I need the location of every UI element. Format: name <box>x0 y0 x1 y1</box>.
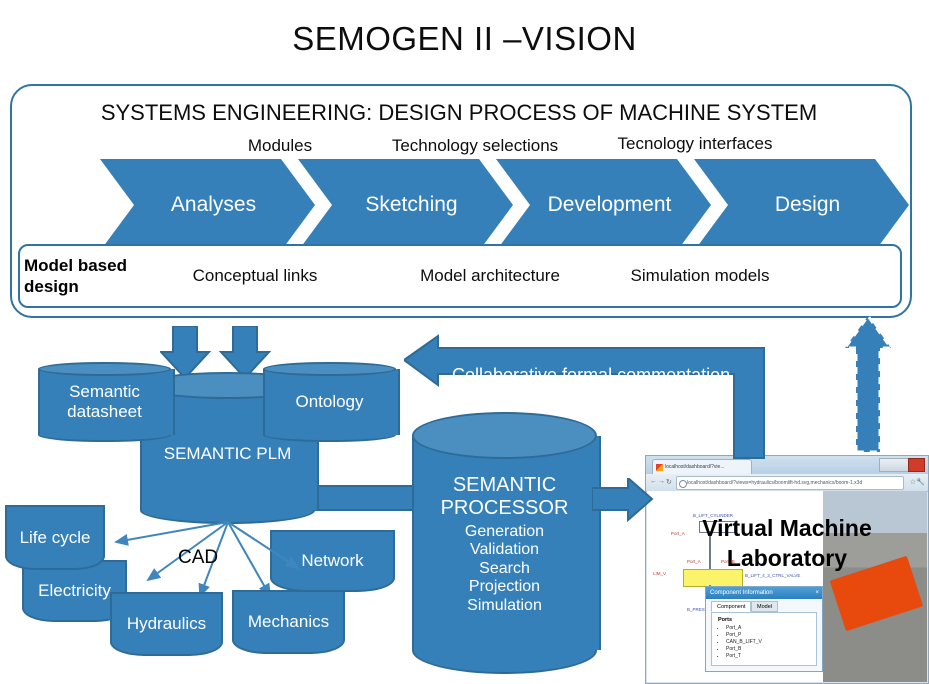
systems-engineering-heading: SYSTEMS ENGINEERING: DESIGN PROCESS OF M… <box>100 100 818 125</box>
component-information-dialog[interactable]: Component Information × Component Model … <box>705 586 823 672</box>
cylinder-label: Ontology <box>295 392 364 412</box>
phase-toplabel-modules: Modules <box>247 136 313 155</box>
doc-mechanics[interactable]: Mechanics <box>232 590 345 654</box>
tab-model[interactable]: Model <box>751 601 778 612</box>
favicon-icon <box>656 464 663 471</box>
dialog-body: Ports Port_A Port_P CAN_B_LIFT_V Port_B … <box>711 612 817 666</box>
browser-tab-title: localhost/dashboard/?vie... <box>665 464 725 470</box>
processor-function-search: Search <box>479 559 530 577</box>
schematic-label-ctrl-valve: B_LIFT_4_3_CTRL_VALVE <box>745 573 801 578</box>
mbd-item-simulation-models: Simulation models <box>630 266 770 285</box>
phase-label: Development <box>547 193 672 216</box>
forward-icon[interactable]: → <box>658 478 665 485</box>
port-item: Port_B <box>726 646 810 653</box>
processor-function-generation: Generation <box>464 523 545 540</box>
mbd-item-model-architecture: Model architecture <box>420 266 560 285</box>
ports-list: Port_A Port_P CAN_B_LIFT_V Port_B Port_T <box>718 625 810 660</box>
collaborative-feedback-arrow <box>404 334 765 459</box>
dashed-up-arrow <box>843 313 893 454</box>
address-bar[interactable]: localhost/dashboard/?views=hydraulics/bo… <box>676 476 904 490</box>
cad-label: CAD <box>178 547 219 568</box>
close-icon[interactable] <box>908 458 925 472</box>
doc-label: Mechanics <box>247 612 330 631</box>
cylinder-semantic-datasheet[interactable]: Semantic datasheet <box>38 362 175 442</box>
phase-toplabel-technology-selections: Technology selections <box>391 136 559 155</box>
bookmark-star-icon[interactable]: ☆ <box>910 478 916 486</box>
phase-label: Analyses <box>170 193 257 216</box>
dialog-close-icon[interactable]: × <box>815 587 819 599</box>
overlay-line-2: Laboratory <box>726 545 848 571</box>
processor-title-line2: PROCESSOR <box>440 497 569 519</box>
processor-function-projection: Projection <box>468 578 541 596</box>
wrench-menu-icon[interactable]: 🔧 <box>916 478 925 486</box>
overlay-line-1: Virtual Machine <box>702 515 872 541</box>
port-item: Port_A <box>726 625 810 632</box>
cylinder-label: Semantic datasheet <box>67 382 142 421</box>
processor-title-line1: SEMANTIC <box>452 474 557 496</box>
dialog-titlebar: Component Information × <box>706 587 822 599</box>
port-item: Port_T <box>726 653 810 660</box>
doc-label: Hydraulics <box>126 614 207 633</box>
page-info-icon <box>679 480 687 488</box>
phase-label: Design <box>774 193 841 216</box>
virtual-machine-laboratory-overlay: Virtual Machine Laboratory <box>647 513 927 573</box>
collaborative-feedback-label: Collaborative formal commentation <box>452 365 731 385</box>
processor-to-browser-arrow <box>592 478 654 522</box>
cylinder-ontology[interactable]: Ontology <box>263 362 400 442</box>
port-item: Port_P <box>726 632 810 639</box>
processor-function-validation: Validation <box>469 541 540 559</box>
processor-function-simulation: Simulation <box>467 596 542 614</box>
ports-section-heading: Ports <box>718 617 733 623</box>
tab-component[interactable]: Component <box>711 601 752 612</box>
browser-content: B_LIFT_CYLINDER Port_A Port_A Port_B B_L… <box>647 491 927 682</box>
model-based-design-label: Model based design <box>24 256 127 296</box>
phase-toplabel-tecnology-interfaces: Tecnology interfaces <box>617 134 773 153</box>
dialog-title: Component Information <box>710 590 773 596</box>
doc-hydraulics[interactable]: Hydraulics <box>110 592 223 656</box>
port-item: CAN_B_LIFT_V <box>726 639 810 646</box>
phase-label: Sketching <box>365 193 458 216</box>
browser-navbar: ← → ↻ localhost/dashboard/?views=hydraul… <box>646 474 928 492</box>
mbd-item-conceptual-links: Conceptual links <box>192 266 318 285</box>
page-title: SEMOGEN II –VISION <box>292 20 637 57</box>
reload-icon[interactable]: ↻ <box>666 478 672 486</box>
url-text: localhost/dashboard/?views=hydraulics/bo… <box>687 480 863 486</box>
browser-window[interactable]: localhost/dashboard/?vie... ← → ↻ localh… <box>645 455 929 684</box>
